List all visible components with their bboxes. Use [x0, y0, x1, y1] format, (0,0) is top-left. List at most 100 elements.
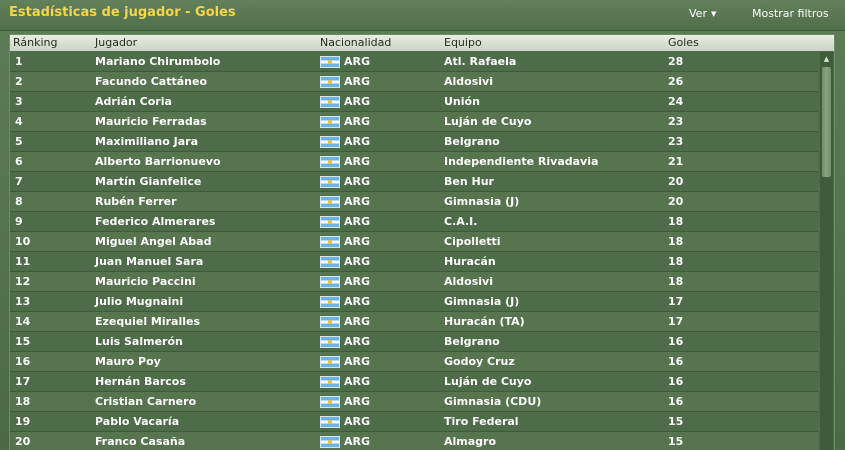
player-name-cell[interactable]: Martín Gianfelice	[95, 175, 201, 188]
rank-cell: 11	[15, 255, 31, 268]
nationality-cell: ARG	[344, 55, 371, 68]
table-row[interactable]: 9 Federico Almerares ARG C.A.I. 18	[10, 212, 818, 232]
player-name-cell[interactable]: Franco Casaña	[95, 435, 185, 448]
player-name-cell[interactable]: Pablo Vacaría	[95, 415, 179, 428]
table-row[interactable]: 17 Hernán Barcos ARG Luján de Cuyo 16	[10, 372, 818, 392]
table-row[interactable]: 15 Luis Salmerón ARG Belgrano 16	[10, 332, 818, 352]
stats-window: Estadísticas de jugador - Goles Ver ▼ Mos…	[0, 0, 845, 450]
team-cell[interactable]: Gimnasia (J)	[444, 195, 519, 208]
team-cell[interactable]: Unión	[444, 95, 480, 108]
player-name-cell[interactable]: Luis Salmerón	[95, 335, 183, 348]
player-name-cell[interactable]: Ezequiel Miralles	[95, 315, 200, 328]
table-row[interactable]: 7 Martín Gianfelice ARG Ben Hur 20	[10, 172, 818, 192]
table-row[interactable]: 19 Pablo Vacaría ARG Tiro Federal 15	[10, 412, 818, 432]
show-filters-button[interactable]: Mostrar filtros	[752, 7, 829, 20]
nationality-cell: ARG	[344, 135, 371, 148]
player-name-cell[interactable]: Adrián Coria	[95, 95, 172, 108]
column-header-player[interactable]: Jugador	[95, 36, 137, 49]
table-row[interactable]: 13 Julio Mugnaini ARG Gimnasia (J) 17	[10, 292, 818, 312]
nationality-cell: ARG	[344, 295, 371, 308]
player-name-cell[interactable]: Rubén Ferrer	[95, 195, 177, 208]
nationality-cell: ARG	[344, 335, 371, 348]
team-cell[interactable]: Luján de Cuyo	[444, 375, 532, 388]
team-cell[interactable]: Tiro Federal	[444, 415, 519, 428]
player-name-cell[interactable]: Hernán Barcos	[95, 375, 186, 388]
team-cell[interactable]: Belgrano	[444, 135, 500, 148]
player-name-cell[interactable]: Mauricio Paccini	[95, 275, 196, 288]
team-cell[interactable]: Godoy Cruz	[444, 355, 515, 368]
column-header-nationality[interactable]: Nacionalidad	[320, 36, 391, 49]
team-cell[interactable]: C.A.I.	[444, 215, 477, 228]
sun-icon	[328, 240, 332, 244]
team-cell[interactable]: Almagro	[444, 435, 496, 448]
nationality-cell: ARG	[344, 375, 371, 388]
table-row[interactable]: 14 Ezequiel Miralles ARG Huracán (TA) 17	[10, 312, 818, 332]
player-name-cell[interactable]: Julio Mugnaini	[95, 295, 183, 308]
table-row[interactable]: 5 Maximiliano Jara ARG Belgrano 23	[10, 132, 818, 152]
team-cell[interactable]: Cipolletti	[444, 235, 501, 248]
team-cell[interactable]: Huracán	[444, 255, 496, 268]
column-header-rank[interactable]: Ránking	[13, 36, 58, 49]
arrow-up-icon[interactable]: ▲	[820, 54, 833, 64]
team-cell[interactable]: Huracán (TA)	[444, 315, 525, 328]
goals-cell: 18	[668, 235, 684, 248]
team-cell[interactable]: Belgrano	[444, 335, 500, 348]
player-name-cell[interactable]: Miguel Angel Abad	[95, 235, 211, 248]
table-row[interactable]: 6 Alberto Barrionuevo ARG Independiente Riv…	[10, 152, 818, 172]
sun-icon	[328, 60, 332, 64]
table-row[interactable]: 4 Mauricio Ferradas ARG Luján de Cuyo 23	[10, 112, 818, 132]
team-cell[interactable]: Luján de Cuyo	[444, 115, 532, 128]
argentina-flag-icon	[320, 436, 340, 448]
table-row[interactable]: 2 Facundo Cattáneo ARG Aldosivi 26	[10, 72, 818, 92]
view-menu-button[interactable]: Ver ▼	[689, 7, 716, 20]
nationality-cell: ARG	[344, 195, 371, 208]
goals-cell: 23	[668, 115, 684, 128]
player-name-cell[interactable]: Facundo Cattáneo	[95, 75, 207, 88]
table-row[interactable]: 1 Mariano Chirumbolo ARG Atl. Rafaela 28	[10, 52, 818, 72]
table-row[interactable]: 12 Mauricio Paccini ARG Aldosivi 18	[10, 272, 818, 292]
argentina-flag-icon	[320, 276, 340, 288]
player-name-cell[interactable]: Alberto Barrionuevo	[95, 155, 221, 168]
team-cell[interactable]: Gimnasia (J)	[444, 295, 519, 308]
nationality-cell: ARG	[344, 175, 371, 188]
player-name-cell[interactable]: Mariano Chirumbolo	[95, 55, 220, 68]
nationality-cell: ARG	[344, 415, 371, 428]
sun-icon	[328, 340, 332, 344]
team-cell[interactable]: Aldosivi	[444, 275, 493, 288]
table-row[interactable]: 11 Juan Manuel Sara ARG Huracán 18	[10, 252, 818, 272]
table-body: 1 Mariano Chirumbolo ARG Atl. Rafaela 28 2 Fac…	[10, 52, 818, 450]
column-header-team[interactable]: Equipo	[444, 36, 482, 49]
nationality-cell: ARG	[344, 435, 371, 448]
player-name-cell[interactable]: Mauricio Ferradas	[95, 115, 207, 128]
nationality-cell: ARG	[344, 355, 371, 368]
vertical-scrollbar[interactable]: ▲	[820, 52, 833, 450]
argentina-flag-icon	[320, 156, 340, 168]
table-row[interactable]: 3 Adrián Coria ARG Unión 24	[10, 92, 818, 112]
player-name-cell[interactable]: Federico Almerares	[95, 215, 215, 228]
nationality-cell: ARG	[344, 395, 371, 408]
goals-cell: 18	[668, 215, 684, 228]
scrollbar-thumb[interactable]	[822, 67, 831, 177]
table-row[interactable]: 16 Mauro Poy ARG Godoy Cruz 16	[10, 352, 818, 372]
table-row[interactable]: 10 Miguel Angel Abad ARG Cipolletti 18	[10, 232, 818, 252]
team-cell[interactable]: Aldosivi	[444, 75, 493, 88]
rank-cell: 9	[15, 215, 23, 228]
goals-cell: 16	[668, 355, 684, 368]
player-name-cell[interactable]: Cristian Carnero	[95, 395, 196, 408]
team-cell[interactable]: Ben Hur	[444, 175, 494, 188]
column-header-goals[interactable]: Goles	[668, 36, 699, 49]
table-row[interactable]: 20 Franco Casaña ARG Almagro 15	[10, 432, 818, 450]
argentina-flag-icon	[320, 56, 340, 68]
table-row[interactable]: 18 Cristian Carnero ARG Gimnasia (CDU) 16	[10, 392, 818, 412]
table-row[interactable]: 8 Rubén Ferrer ARG Gimnasia (J) 20	[10, 192, 818, 212]
player-name-cell[interactable]: Maximiliano Jara	[95, 135, 198, 148]
argentina-flag-icon	[320, 76, 340, 88]
nationality-cell: ARG	[344, 235, 371, 248]
team-cell[interactable]: Gimnasia (CDU)	[444, 395, 541, 408]
team-cell[interactable]: Independiente Rivadavia	[444, 155, 598, 168]
team-cell[interactable]: Atl. Rafaela	[444, 55, 516, 68]
player-name-cell[interactable]: Mauro Poy	[95, 355, 161, 368]
player-name-cell[interactable]: Juan Manuel Sara	[95, 255, 203, 268]
rank-cell: 2	[15, 75, 23, 88]
goals-cell: 16	[668, 395, 684, 408]
